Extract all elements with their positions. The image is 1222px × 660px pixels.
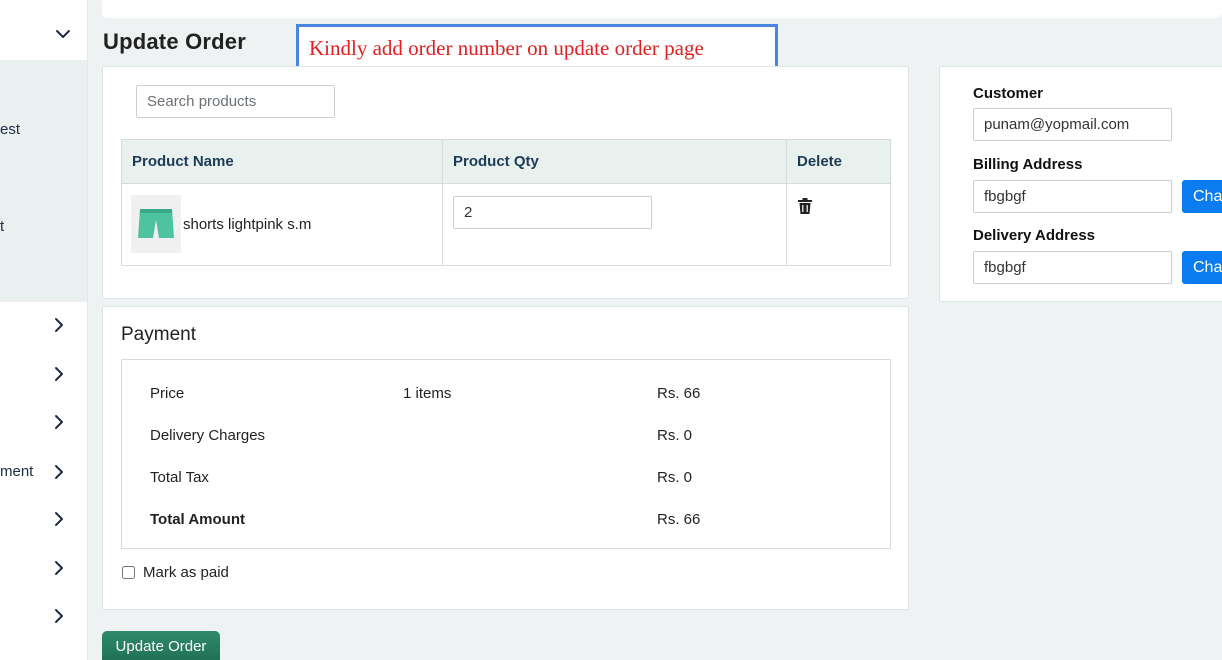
- sidebar-item-label: est: [0, 121, 21, 138]
- chevron-right-icon: [49, 509, 69, 529]
- sidebar-item-9[interactable]: [0, 604, 87, 628]
- chevron-right-icon: [49, 364, 69, 384]
- payment-amount: Rs. 66: [657, 385, 701, 402]
- chevron-right-icon: [49, 462, 69, 482]
- payment-label: Total Amount: [150, 511, 245, 528]
- table-header-row: Product Name Product Qty Delete: [121, 139, 891, 184]
- sidebar-item-label: t: [0, 218, 5, 235]
- sidebar-item-3[interactable]: [0, 313, 87, 337]
- product-name-cell: shorts lightpink s.m: [121, 183, 443, 266]
- delivery-address-field[interactable]: [973, 251, 1172, 284]
- column-header-delete: Delete: [786, 139, 891, 184]
- annotation-note: Kindly add order number on update order …: [296, 24, 778, 72]
- payment-row-total: Total Amount Rs. 66: [150, 511, 870, 533]
- billing-address-field[interactable]: [973, 180, 1172, 213]
- customer-label: Customer: [973, 85, 1044, 102]
- chevron-right-icon: [49, 412, 69, 432]
- payment-title: Payment: [121, 324, 196, 345]
- payment-label: Delivery Charges: [150, 427, 266, 444]
- sidebar: est t ment: [0, 0, 88, 660]
- payment-row-price: Price 1 items Rs. 66: [150, 385, 870, 407]
- change-billing-button[interactable]: Change: [1182, 180, 1222, 213]
- mark-as-paid[interactable]: Mark as paid: [121, 564, 229, 581]
- sidebar-item-6[interactable]: ment: [0, 460, 87, 484]
- top-search-bar: [102, 0, 1222, 18]
- quantity-input[interactable]: [453, 196, 652, 229]
- products-card: Product Name Product Qty Delete shorts: [102, 66, 909, 299]
- payment-row-tax: Total Tax Rs. 0: [150, 469, 870, 491]
- mark-as-paid-label: Mark as paid: [143, 564, 229, 581]
- search-products-input[interactable]: [136, 85, 335, 118]
- page-title: Update Order: [103, 29, 246, 54]
- sidebar-item-4[interactable]: [0, 362, 87, 386]
- product-name: shorts lightpink s.m: [183, 215, 312, 233]
- shorts-icon: [131, 195, 181, 253]
- payment-amount: Rs. 66: [657, 511, 701, 528]
- sidebar-active-group: [0, 60, 87, 302]
- chevron-down-icon: [53, 24, 73, 44]
- payment-card: Payment Price 1 items Rs. 66 Delivery Ch…: [102, 306, 909, 610]
- chevron-right-icon: [49, 558, 69, 578]
- payment-label: Price: [150, 385, 185, 402]
- customer-card: Customer Billing Address Change Delivery…: [939, 66, 1222, 302]
- products-table: Product Name Product Qty Delete shorts l…: [121, 139, 891, 266]
- chevron-right-icon: [49, 606, 69, 626]
- delete-cell: [786, 183, 891, 266]
- payment-row-delivery: Delivery Charges Rs. 0: [150, 427, 870, 449]
- customer-email-field[interactable]: [973, 108, 1172, 141]
- payment-summary: Price 1 items Rs. 66 Delivery Charges Rs…: [121, 359, 891, 549]
- column-header-product-name: Product Name: [121, 139, 443, 184]
- trash-icon[interactable]: [798, 198, 814, 216]
- payment-label: Total Tax: [150, 469, 209, 486]
- table-row: shorts lightpink s.m: [121, 183, 891, 266]
- mark-as-paid-checkbox[interactable]: [122, 566, 135, 579]
- payment-amount: Rs. 0: [657, 427, 693, 444]
- change-delivery-button[interactable]: Change: [1182, 251, 1222, 284]
- payment-detail: 1 items: [403, 385, 452, 402]
- sidebar-item-collapse[interactable]: [0, 22, 87, 46]
- sidebar-item-8[interactable]: [0, 556, 87, 580]
- update-order-button[interactable]: Update Order: [102, 631, 220, 660]
- product-qty-cell: [442, 183, 787, 266]
- sidebar-subitem-2[interactable]: t: [0, 215, 87, 239]
- sidebar-item-5[interactable]: [0, 410, 87, 434]
- chevron-right-icon: [49, 315, 69, 335]
- billing-address-label: Billing Address: [973, 156, 1083, 173]
- sidebar-subitem-1[interactable]: est: [0, 118, 87, 142]
- column-header-product-qty: Product Qty: [442, 139, 787, 184]
- payment-amount: Rs. 0: [657, 469, 693, 486]
- sidebar-item-label: ment: [0, 463, 34, 480]
- sidebar-item-7[interactable]: [0, 507, 87, 531]
- delivery-address-label: Delivery Address: [973, 227, 1096, 244]
